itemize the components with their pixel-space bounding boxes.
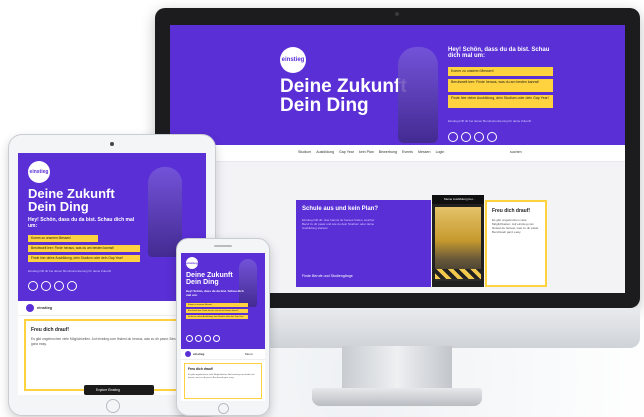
nav-item-kein-plan[interactable]: kein Plan bbox=[359, 150, 374, 154]
info-card-text: Es gibt ungebrochen viele Möglichkeiten.… bbox=[188, 374, 255, 379]
phone-speaker bbox=[214, 245, 232, 247]
peace-hand-icon bbox=[398, 47, 438, 143]
info-card-text: Es gibt ungebrochen viele Möglichkeiten.… bbox=[492, 218, 540, 234]
info-card-title: Freu dich drauf! bbox=[188, 367, 214, 371]
info-card: Freu dich drauf! Es gibt ungebrochen vie… bbox=[184, 363, 262, 399]
hero-option-button[interactable]: Berufswelt leer: Finde heraus, was du am… bbox=[28, 245, 140, 252]
teaser-link[interactable]: Finde Berufe und Studiengänge bbox=[302, 274, 353, 278]
video-title: Meine Ausbildung bei... bbox=[432, 195, 484, 204]
info-card-text: Es gibt ungebrochen viele Möglichkeiten.… bbox=[31, 337, 185, 346]
instagram-icon[interactable] bbox=[186, 335, 193, 342]
facebook-icon[interactable] bbox=[474, 132, 484, 142]
hero-greeting: Hey! Schön, dass du da bist. Schau dich … bbox=[186, 289, 244, 297]
tiktok-icon[interactable] bbox=[67, 281, 77, 291]
teaser-card[interactable]: Schule aus und kein Plan? Einstieg hilft… bbox=[296, 200, 431, 287]
monitor-stand bbox=[342, 346, 452, 392]
brand-name: einstieg bbox=[193, 352, 205, 356]
tiktok-icon[interactable] bbox=[213, 335, 220, 342]
brand-logo[interactable]: einstieg bbox=[186, 257, 198, 269]
info-card: Freu dich drauf! Es gibt ungebrochen vie… bbox=[24, 319, 200, 391]
info-card-title: Freu dich drauf! bbox=[492, 208, 531, 214]
hero-greeting: Hey! Schön, dass du da bist. Schau dich … bbox=[448, 47, 550, 59]
social-links bbox=[448, 132, 497, 142]
hero-option-button[interactable]: Komm zu unseren Messen! bbox=[186, 303, 248, 307]
nav-item-studium[interactable]: Studium bbox=[298, 150, 311, 154]
hero-title: Deine Zukunft Dein Ding bbox=[28, 186, 115, 214]
hero-subtext: Einstieg hilft dir bei deiner Berufsorie… bbox=[28, 269, 112, 273]
peace-hand-icon bbox=[239, 259, 257, 307]
facebook-icon[interactable] bbox=[204, 335, 211, 342]
youtube-icon[interactable] bbox=[461, 132, 471, 142]
hero-option-button[interactable]: Finde hier deine Ausbildung, dein Studiu… bbox=[28, 255, 140, 262]
menu-button[interactable]: Menü bbox=[245, 352, 253, 356]
hero-option-button[interactable]: Berufswelt leer: Finde heraus, was du am… bbox=[448, 79, 553, 92]
brand-logo-small[interactable] bbox=[26, 304, 34, 312]
info-card: Freu dich drauf! Es gibt ungebrochen vie… bbox=[485, 200, 547, 287]
teaser-title: Schule aus und kein Plan? bbox=[302, 206, 379, 212]
video-player[interactable]: Meine Ausbildung bei... bbox=[432, 195, 484, 287]
nav-item-gap-year[interactable]: Gap Year bbox=[339, 150, 354, 154]
nav-item-messen[interactable]: Messen bbox=[418, 150, 431, 154]
brand-logo[interactable]: einstieg bbox=[280, 47, 306, 73]
hero-subtext: Einstieg hilft dir bei deiner Berufsorie… bbox=[448, 119, 532, 123]
social-links bbox=[186, 335, 220, 342]
instagram-icon[interactable] bbox=[448, 132, 458, 142]
teaser-text: Einstieg hilft dir: Hier kannst du herau… bbox=[302, 218, 375, 230]
social-links bbox=[28, 281, 77, 291]
search-link[interactable]: suchen bbox=[510, 150, 522, 154]
hero-option-button[interactable]: Finde hier deine Ausbildung, dein Studiu… bbox=[186, 315, 248, 319]
nav-item-login[interactable]: Login bbox=[436, 150, 445, 154]
facebook-icon[interactable] bbox=[54, 281, 64, 291]
brand-logo-small[interactable] bbox=[185, 351, 191, 357]
phone-device: einstieg Deine Zukunft Dein Ding Hey! Sc… bbox=[176, 238, 270, 416]
hero-greeting: Hey! Schön, dass du da bist. Schau dich … bbox=[28, 217, 135, 229]
youtube-icon[interactable] bbox=[195, 335, 202, 342]
hero-title: Deine Zukunft Dein Ding bbox=[186, 272, 233, 286]
nav-item-ausbildung[interactable]: Ausbildung bbox=[316, 150, 334, 154]
youtube-icon[interactable] bbox=[41, 281, 51, 291]
sticky-header: einstieg Menü bbox=[181, 349, 265, 360]
phone-screen: einstieg Deine Zukunft Dein Ding Hey! Sc… bbox=[181, 253, 265, 401]
home-button bbox=[218, 403, 229, 414]
hero-option-button[interactable]: Berufswelt leer: Finde heraus, was du am… bbox=[186, 309, 248, 313]
camera-icon bbox=[110, 142, 114, 146]
info-card-title: Freu dich drauf! bbox=[31, 327, 70, 333]
video-pill[interactable]: Explore Einstieg bbox=[84, 385, 154, 395]
brand-logo[interactable]: einstieg bbox=[28, 161, 50, 183]
hero-option-button[interactable]: Komm zu unseren Messen! bbox=[28, 235, 98, 242]
monitor-base bbox=[312, 388, 482, 406]
main-nav: Studium Ausbildung Gap Year kein Plan Be… bbox=[170, 145, 625, 162]
instagram-icon[interactable] bbox=[28, 281, 38, 291]
nav-item-events[interactable]: Events bbox=[402, 150, 413, 154]
hero-option-button[interactable]: Finde hier deine Ausbildung, dein Studiu… bbox=[448, 95, 553, 108]
brand-name: einstieg bbox=[37, 305, 53, 310]
tiktok-icon[interactable] bbox=[487, 132, 497, 142]
hero-section: einstieg Deine Zukunft Dein Ding Hey! Sc… bbox=[181, 253, 265, 349]
nav-item-bewerbung[interactable]: Bewerbung bbox=[379, 150, 397, 154]
hazard-stripes bbox=[435, 269, 481, 279]
hero-section: einstieg Deine Zukunft Dein Ding Hey! Sc… bbox=[170, 25, 625, 145]
camera-icon bbox=[395, 12, 399, 16]
home-button bbox=[106, 399, 120, 413]
hero-option-button[interactable]: Komm zu unseren Messen! bbox=[448, 67, 553, 76]
